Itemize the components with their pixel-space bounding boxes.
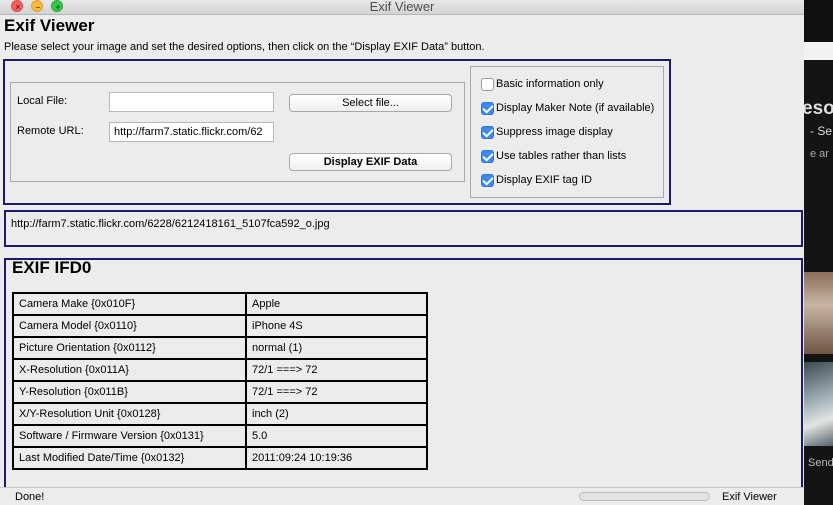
image-url-text: http://farm7.static.flickr.com/6228/6212… [11,218,330,230]
value-cell: normal (1) [245,336,428,360]
select-file-button[interactable]: Select file... [289,94,452,112]
option-label: Basic information only [496,78,604,90]
tag-cell: Software / Firmware Version {0x0131} [12,424,247,448]
remote-url-label: Remote URL: [17,125,84,137]
value-cell: 5.0 [245,424,428,448]
background-body-fragment: e ar [810,148,829,160]
background-heading-fragment: esol [804,98,833,119]
background-image-strip [804,42,833,60]
tag-cell: X/Y-Resolution Unit {0x0128} [12,402,247,426]
value-cell: iPhone 4S [245,314,428,338]
option-label: Use tables rather than lists [496,150,627,162]
display-exif-data-button[interactable]: Display EXIF Data [289,153,452,171]
value-cell: Apple [245,292,428,316]
checkbox-use-tables[interactable] [481,150,494,163]
tag-cell: Last Modified Date/Time {0x0132} [12,446,247,470]
remote-url-input[interactable] [109,122,274,142]
exif-viewer-window: × – + Exif Viewer Exif Viewer Please sel… [0,0,804,505]
title-bar[interactable]: × – + Exif Viewer [0,0,804,15]
value-cell: 72/1 ===> 72 [245,358,428,382]
value-cell: 2011:09:24 10:19:36 [245,446,428,470]
local-file-label: Local File: [17,95,68,107]
background-photo-1 [804,272,833,354]
tag-cell: Camera Make {0x010F} [12,292,247,316]
background-subtitle-fragment: - Se [810,124,833,138]
tag-cell: Camera Model {0x0110} [12,314,247,338]
table-row: X/Y-Resolution Unit {0x0128} inch (2) [12,402,428,426]
table-row: Y-Resolution {0x011B} 72/1 ===> 72 [12,380,428,404]
window-title: Exif Viewer [369,0,435,14]
table-row: X-Resolution {0x011A} 72/1 ===> 72 [12,358,428,382]
value-cell: inch (2) [245,402,428,426]
table-row: Camera Model {0x0110} iPhone 4S [12,314,428,338]
value-cell: 72/1 ===> 72 [245,380,428,404]
tag-cell: X-Resolution {0x011A} [12,358,247,382]
instructions-text: Please select your image and set the des… [4,41,485,53]
page-title: Exif Viewer [4,16,95,35]
option-label: Display EXIF tag ID [496,174,592,186]
table-row: Last Modified Date/Time {0x0132} 2011:09:… [12,446,428,470]
checkbox-display-exif-tag-id[interactable] [481,174,494,187]
status-bar: Done! Exif Viewer [0,487,804,505]
table-row: Picture Orientation {0x0112} normal (1) [12,336,428,360]
table-row: Software / Firmware Version {0x0131} 5.0 [12,424,428,448]
section-title: EXIF IFD0 [12,258,92,277]
table-row: Camera Make {0x010F} Apple [12,292,428,316]
tag-cell: Picture Orientation {0x0112} [12,336,247,360]
checkbox-display-maker-note[interactable] [481,102,494,115]
option-label: Display Maker Note (if available) [496,102,655,114]
status-app-label: Exif Viewer [722,491,777,503]
option-label: Suppress image display [496,126,613,138]
checkbox-suppress-image-display[interactable] [481,126,494,139]
tag-cell: Y-Resolution {0x011B} [12,380,247,404]
checkbox-basic-information-only[interactable] [481,78,494,91]
progress-bar [579,492,710,501]
background-header-strip [804,0,833,42]
exif-table: Camera Make {0x010F} Apple Camera Model {… [12,292,428,470]
local-file-input[interactable] [109,92,274,112]
background-window: esol - Se e ar Send [804,0,833,505]
background-send-fragment: Send [808,457,833,469]
status-text: Done! [15,491,45,503]
background-photo-2 [804,362,833,446]
